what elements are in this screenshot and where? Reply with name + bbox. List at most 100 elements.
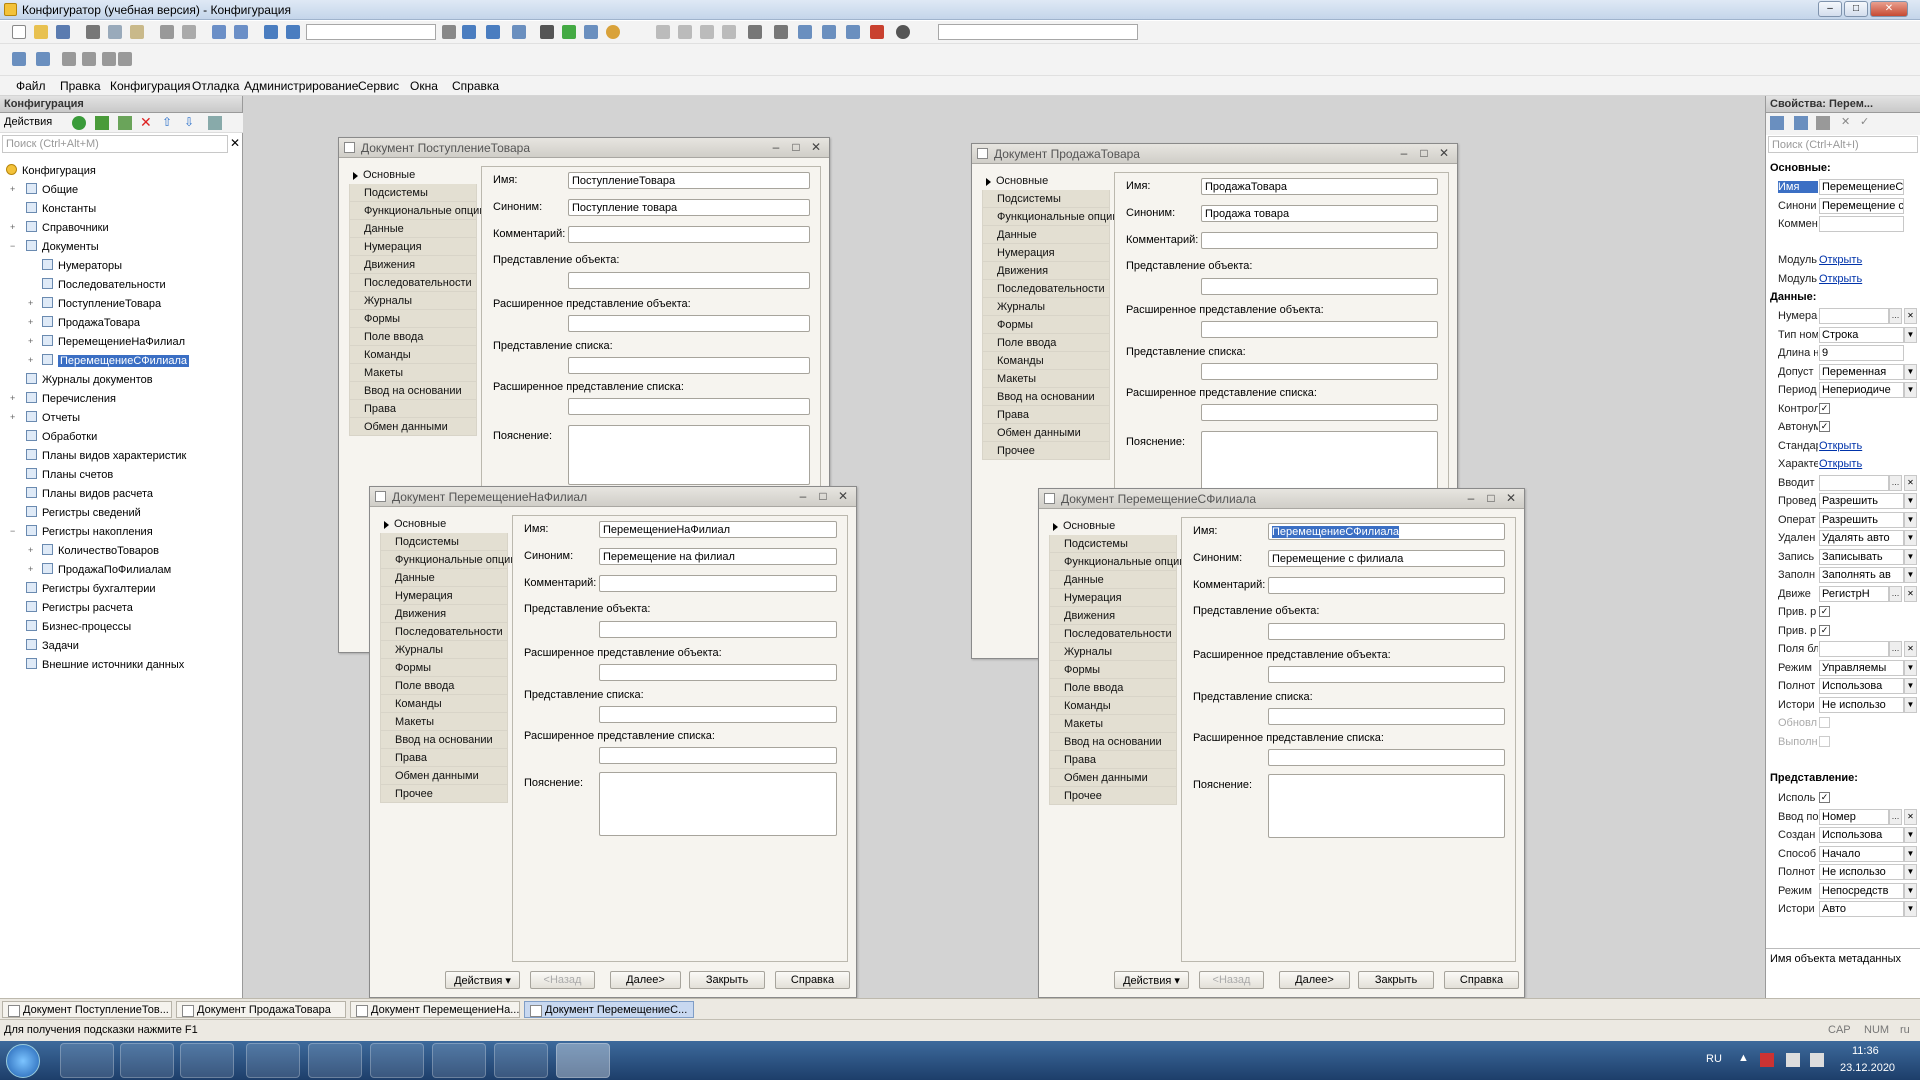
section-tab[interactable]: Последовательности — [1049, 625, 1177, 643]
comment-field[interactable] — [599, 575, 837, 592]
section-tab[interactable]: Команды — [380, 695, 508, 713]
info-icon[interactable] — [606, 25, 620, 39]
section-tab[interactable]: Данные — [982, 226, 1110, 244]
copy-icon[interactable] — [118, 116, 132, 130]
name-field[interactable]: ПеремещениеНаФилиал — [599, 521, 837, 538]
tree-item[interactable]: Внешние источники данных — [26, 658, 184, 671]
sticky-notes-icon[interactable] — [308, 1043, 362, 1078]
network-icon[interactable] — [1786, 1053, 1800, 1067]
tree-item[interactable]: Нумераторы — [42, 259, 122, 272]
property-value[interactable]: Разрешить — [1819, 493, 1904, 509]
property-value[interactable] — [1819, 641, 1889, 657]
property-row[interactable]: Истори Авто ▼ — [1766, 900, 1920, 918]
section-tab[interactable]: Макеты — [982, 370, 1110, 388]
chevron-down-icon[interactable]: ▼ — [1904, 882, 1917, 899]
ext-obj-repr-field[interactable] — [568, 315, 810, 332]
chevron-down-icon[interactable]: ▼ — [1904, 567, 1917, 583]
properties-search-input[interactable]: Поиск (Ctrl+Alt+I) — [1768, 136, 1918, 153]
property-value[interactable] — [1819, 216, 1904, 232]
explanation-field[interactable] — [568, 425, 810, 485]
breakpoint-icon[interactable] — [846, 25, 860, 39]
new-file-icon[interactable] — [12, 25, 26, 39]
syntax-icon[interactable] — [584, 25, 598, 39]
move-up-icon[interactable]: ⇧ — [162, 115, 172, 129]
property-value[interactable]: Записывать — [1819, 548, 1904, 565]
property-link[interactable]: Открыть — [1819, 254, 1862, 266]
undo-icon[interactable] — [212, 25, 226, 39]
section-tab[interactable]: Формы — [1049, 661, 1177, 679]
tree-item[interactable]: Бизнес-процессы — [26, 620, 131, 633]
acrobat-icon[interactable] — [432, 1043, 486, 1078]
property-row[interactable]: Полнот Не использо ▼ — [1766, 863, 1920, 881]
section-tab[interactable]: Движения — [1049, 607, 1177, 625]
clear-icon[interactable]: ✕ — [1904, 641, 1917, 657]
property-row[interactable]: Движе РегистрН… ✕ — [1766, 585, 1920, 603]
tree-expander[interactable]: + — [28, 317, 33, 327]
property-row[interactable]: Модуль Открыть — [1766, 270, 1920, 288]
menu-administration[interactable]: Администрирование — [244, 79, 358, 93]
section-tab[interactable]: Поле ввода — [349, 328, 477, 346]
section-tab[interactable]: Данные — [1049, 571, 1177, 589]
property-value[interactable]: Разрешить — [1819, 511, 1904, 528]
section-tab[interactable]: Прочее — [1049, 787, 1177, 805]
list-repr-field[interactable] — [599, 706, 837, 723]
delete-icon[interactable]: ✕ — [140, 114, 152, 131]
db-config-icon[interactable] — [36, 52, 50, 66]
next-button[interactable]: Далее> — [1279, 971, 1350, 989]
property-row[interactable]: Запись Записывать ▼ — [1766, 548, 1920, 566]
zoom-icon[interactable] — [286, 25, 300, 39]
property-value[interactable] — [1819, 474, 1889, 491]
property-row[interactable]: Нумера … ✕ — [1766, 307, 1920, 325]
property-value[interactable]: Заполнять ав — [1819, 567, 1904, 583]
section-tab[interactable]: Ввод на основании — [349, 382, 477, 400]
sort-alpha-icon[interactable] — [1770, 116, 1784, 130]
synonym-field[interactable]: Перемещение на филиал — [599, 548, 837, 565]
property-row[interactable]: Обновл — [1766, 714, 1920, 732]
print-icon[interactable] — [160, 25, 174, 39]
section-tab[interactable]: Прочее — [380, 785, 508, 803]
property-row[interactable]: Синони Перемещение с — [1766, 197, 1920, 215]
section-tab[interactable]: Поле ввода — [1049, 679, 1177, 697]
synonym-field[interactable]: Продажа товара — [1201, 205, 1438, 222]
tree-expander[interactable]: − — [10, 526, 15, 536]
section-tab[interactable]: Журналы — [380, 641, 508, 659]
property-value[interactable]: Начало — [1819, 845, 1904, 862]
ellipsis-icon[interactable]: … — [1889, 585, 1902, 602]
explanation-field[interactable] — [1201, 431, 1438, 491]
config-tree-icon[interactable] — [12, 52, 26, 66]
chevron-down-icon[interactable]: ▼ — [1904, 827, 1917, 843]
property-row[interactable]: Стандар Открыть — [1766, 437, 1920, 455]
chevron-down-icon[interactable]: ▼ — [1904, 901, 1917, 917]
property-section[interactable]: Данные: — [1770, 291, 1816, 303]
run-icon[interactable] — [562, 25, 576, 39]
menu-debug[interactable]: Отладка — [192, 79, 239, 93]
tree-item[interactable]: Планы счетов — [26, 468, 113, 481]
section-tab[interactable]: Подсистемы — [1049, 535, 1177, 553]
chevron-down-icon[interactable]: ▼ — [1904, 845, 1917, 862]
run-to-cursor-icon[interactable] — [722, 25, 736, 39]
property-row[interactable]: Удален Удалять авто ▼ — [1766, 529, 1920, 547]
apply-icon[interactable]: ✓ — [1860, 115, 1869, 128]
flag-icon[interactable] — [1760, 1053, 1774, 1067]
chevron-down-icon[interactable]: ▼ — [1904, 382, 1917, 398]
property-row[interactable]: Истори Не использо ▼ — [1766, 696, 1920, 714]
tray-arrow-icon[interactable]: ▲ — [1738, 1052, 1749, 1064]
tree-item[interactable]: Журналы документов — [26, 373, 153, 386]
ext-list-repr-field[interactable] — [1268, 749, 1505, 766]
property-row[interactable]: Характе Открыть — [1766, 455, 1920, 473]
actions-button[interactable]: Действия ▾ — [445, 971, 520, 989]
clear-search-icon[interactable]: ✕ — [230, 136, 240, 150]
tree-item[interactable]: Общие — [26, 183, 78, 196]
tree-expander[interactable]: + — [28, 545, 33, 555]
step-over-icon[interactable] — [678, 25, 692, 39]
explorer-icon[interactable] — [120, 1043, 174, 1078]
property-value[interactable]: Номер — [1819, 808, 1889, 825]
close-button[interactable]: ✕ — [1870, 1, 1908, 17]
section-tab[interactable]: Формы — [982, 316, 1110, 334]
tree-item[interactable]: Задачи — [26, 639, 79, 652]
tree-expander[interactable]: + — [10, 184, 15, 194]
clock-icon[interactable] — [896, 25, 910, 39]
obj-repr-field[interactable] — [1201, 278, 1438, 295]
tree-expander[interactable]: + — [10, 222, 15, 232]
section-tab[interactable]: Журналы — [1049, 643, 1177, 661]
